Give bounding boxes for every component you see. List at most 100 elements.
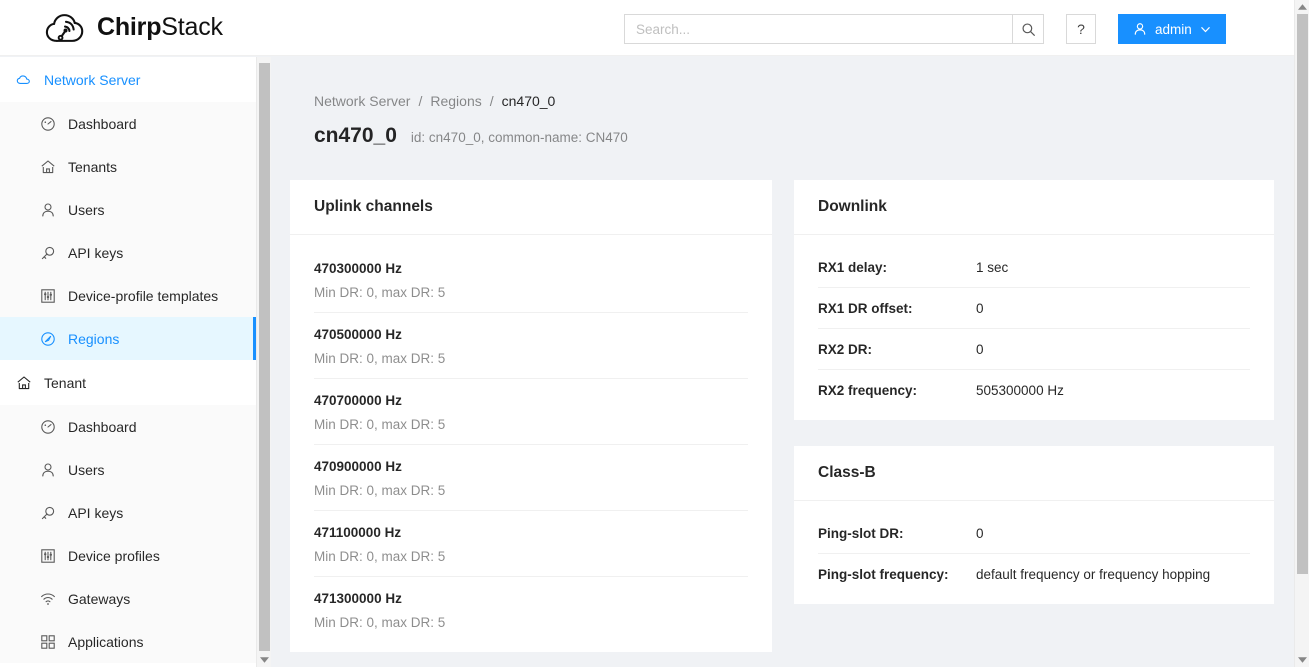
sidebar-item-regions[interactable]: Regions <box>0 317 256 360</box>
channel-frequency: 471100000 Hz <box>314 525 748 540</box>
sidebar-scrollbar-thumb[interactable] <box>259 63 270 651</box>
sidebar-item-label: Regions <box>68 331 119 347</box>
header-actions: ? admin <box>624 14 1226 44</box>
compass-icon <box>40 331 56 347</box>
app-root: ChirpStack ? a <box>0 0 1309 667</box>
sidebar-item-applications[interactable]: Applications <box>0 620 256 663</box>
chirpstack-cloud-icon <box>45 11 87 45</box>
sidebar-item-tenant-api-keys[interactable]: API keys <box>0 491 256 534</box>
sidebar-item-label: Dashboard <box>68 419 137 435</box>
breadcrumb-item-current: cn470_0 <box>502 93 556 109</box>
brand-name-bold: Chirp <box>97 13 161 41</box>
sidebar-item-dashboard[interactable]: Dashboard <box>0 102 256 145</box>
left-column: Uplink channels 470300000 Hz Min DR: 0, … <box>290 180 772 652</box>
window-scroll-down-arrow[interactable] <box>1295 653 1309 667</box>
sidebar-item-device-profile-templates[interactable]: Device-profile templates <box>0 274 256 317</box>
search-box <box>624 14 1044 44</box>
breadcrumb-item-regions[interactable]: Regions <box>430 93 481 109</box>
list-item: 471100000 Hz Min DR: 0, max DR: 5 <box>314 511 748 577</box>
downlink-title: Downlink <box>794 180 1274 235</box>
sidebar-item-gateways[interactable]: Gateways <box>0 577 256 620</box>
dashboard-icon <box>40 419 56 435</box>
brand-name: ChirpStack <box>97 13 223 42</box>
breadcrumb: Network Server / Regions / cn470_0 <box>314 93 1294 109</box>
row-value: 0 <box>976 301 984 316</box>
sidebar-group-network-server: Dashboard Tenants <box>0 102 256 360</box>
table-row: RX2 frequency: 505300000 Hz <box>818 370 1250 410</box>
list-item: 471300000 Hz Min DR: 0, max DR: 5 <box>314 577 748 642</box>
window-scrollbar[interactable] <box>1294 0 1309 667</box>
sidebar-section-label: Network Server <box>44 72 140 88</box>
sidebar: Network Server Dashboard <box>0 57 256 667</box>
sidebar-scroll-down-arrow[interactable] <box>257 653 272 667</box>
grid-icon <box>40 634 56 650</box>
class-b-rows: Ping-slot DR: 0 Ping-slot frequency: def… <box>794 501 1274 604</box>
uplink-channels-card: Uplink channels 470300000 Hz Min DR: 0, … <box>290 180 772 652</box>
sidebar-item-label: Dashboard <box>68 116 137 132</box>
row-value: 0 <box>976 526 984 541</box>
row-key: RX2 DR: <box>818 342 976 357</box>
channel-dr-range: Min DR: 0, max DR: 5 <box>314 417 748 432</box>
help-button[interactable]: ? <box>1066 14 1096 44</box>
row-value: 1 sec <box>976 260 1008 275</box>
channel-dr-range: Min DR: 0, max DR: 5 <box>314 615 748 630</box>
breadcrumb-separator: / <box>418 93 422 109</box>
sliders-icon <box>40 288 56 304</box>
sidebar-item-tenant-users[interactable]: Users <box>0 448 256 491</box>
sidebar-item-label: Gateways <box>68 591 130 607</box>
brand-logo-area[interactable]: ChirpStack <box>45 0 223 55</box>
app-header: ChirpStack ? a <box>0 0 1294 56</box>
chevron-down-icon <box>1200 24 1211 35</box>
sidebar-item-label: Device-profile templates <box>68 288 218 304</box>
sidebar-section-tenant[interactable]: Tenant <box>0 360 256 405</box>
channel-dr-range: Min DR: 0, max DR: 5 <box>314 285 748 300</box>
list-item: 470700000 Hz Min DR: 0, max DR: 5 <box>314 379 748 445</box>
breadcrumb-item-network-server[interactable]: Network Server <box>314 93 410 109</box>
window-scrollbar-thumb[interactable] <box>1297 14 1308 574</box>
uplink-channels-title: Uplink channels <box>290 180 772 235</box>
list-item: 470500000 Hz Min DR: 0, max DR: 5 <box>314 313 748 379</box>
sidebar-item-label: API keys <box>68 505 123 521</box>
channel-frequency: 470900000 Hz <box>314 459 748 474</box>
sidebar-item-label: Users <box>68 462 105 478</box>
table-row: Ping-slot DR: 0 <box>818 513 1250 554</box>
search-input[interactable] <box>624 14 1012 44</box>
page-header: cn470_0 id: cn470_0, common-name: CN470 <box>314 124 1294 148</box>
key-icon <box>40 245 56 261</box>
list-item: 470300000 Hz Min DR: 0, max DR: 5 <box>314 247 748 313</box>
sidebar-item-users[interactable]: Users <box>0 188 256 231</box>
channel-frequency: 470300000 Hz <box>314 261 748 276</box>
sidebar-item-device-profiles[interactable]: Device profiles <box>0 534 256 577</box>
dashboard-icon <box>40 116 56 132</box>
sidebar-item-api-keys[interactable]: API keys <box>0 231 256 274</box>
sidebar-group-tenant: Dashboard Users <box>0 405 256 663</box>
cards-container: Uplink channels 470300000 Hz Min DR: 0, … <box>290 180 1294 652</box>
table-row: RX2 DR: 0 <box>818 329 1250 370</box>
class-b-title: Class-B <box>794 446 1274 501</box>
uplink-channels-list: 470300000 Hz Min DR: 0, max DR: 5 470500… <box>290 235 772 652</box>
wifi-icon <box>40 591 56 607</box>
sidebar-item-label: Tenants <box>68 159 117 175</box>
row-value: 505300000 Hz <box>976 383 1064 398</box>
row-key: Ping-slot frequency: <box>818 567 976 582</box>
sidebar-item-label: Device profiles <box>68 548 160 564</box>
table-row: Ping-slot frequency: default frequency o… <box>818 554 1250 594</box>
key-icon <box>40 505 56 521</box>
sidebar-scrollbar[interactable] <box>256 57 271 667</box>
window-scroll-up-arrow[interactable] <box>1295 0 1309 14</box>
row-key: Ping-slot DR: <box>818 526 976 541</box>
channel-frequency: 470700000 Hz <box>314 393 748 408</box>
channel-frequency: 470500000 Hz <box>314 327 748 342</box>
search-icon <box>1021 22 1036 37</box>
admin-menu-button[interactable]: admin <box>1118 14 1226 44</box>
row-value: default frequency or frequency hopping <box>976 567 1210 582</box>
sidebar-section-network-server[interactable]: Network Server <box>0 57 256 102</box>
sidebar-item-tenants[interactable]: Tenants <box>0 145 256 188</box>
search-button[interactable] <box>1012 14 1044 44</box>
sidebar-item-label: API keys <box>68 245 123 261</box>
help-label: ? <box>1077 21 1085 37</box>
sidebar-section-label: Tenant <box>44 375 86 391</box>
sidebar-item-tenant-dashboard[interactable]: Dashboard <box>0 405 256 448</box>
user-icon <box>40 202 56 218</box>
class-b-card: Class-B Ping-slot DR: 0 Ping-slot freque… <box>794 446 1274 604</box>
